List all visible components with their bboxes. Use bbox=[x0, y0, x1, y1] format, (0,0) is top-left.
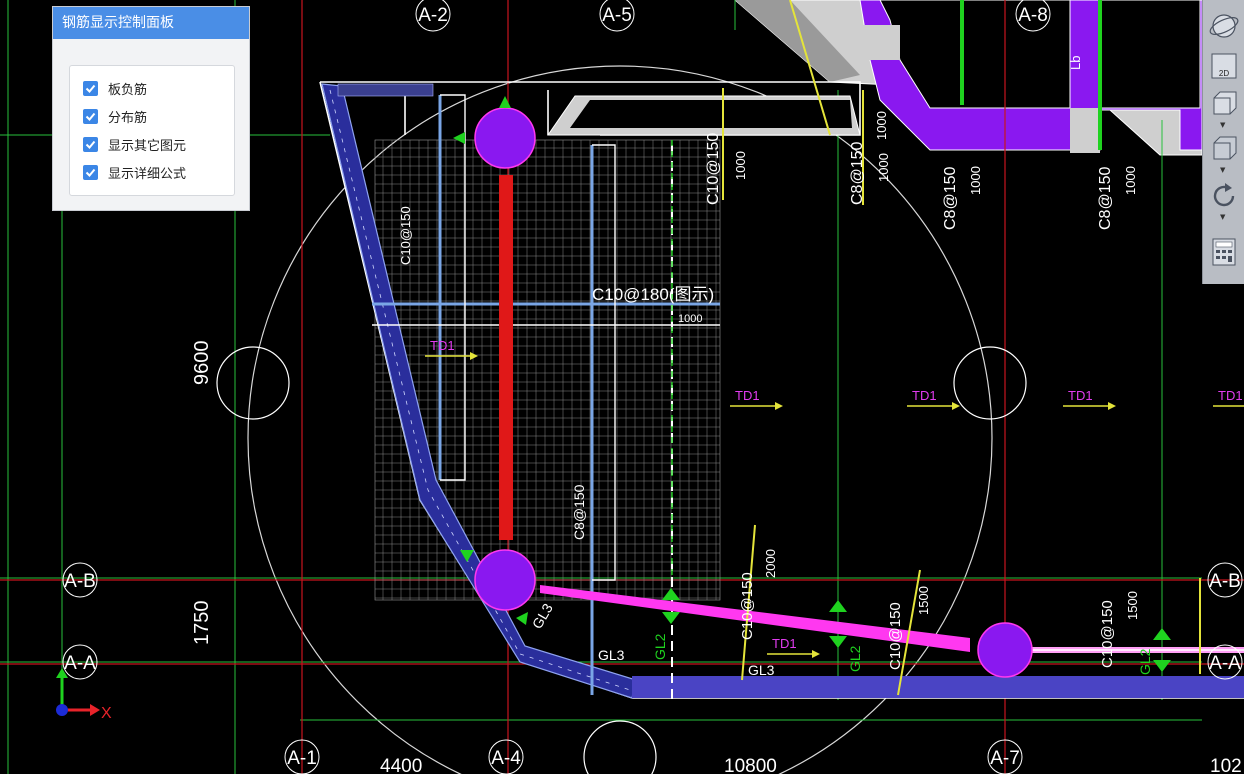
dimension-label: 10800 bbox=[724, 756, 777, 774]
distribution-rebar-mesh bbox=[374, 139, 721, 601]
rotate-icon[interactable] bbox=[1208, 180, 1240, 212]
support-node bbox=[474, 549, 536, 611]
dimension-label: 102 bbox=[1210, 756, 1242, 774]
girder-mark-label: GL2 bbox=[1137, 648, 1153, 675]
red-rebar bbox=[499, 175, 513, 540]
checkbox-checked-icon[interactable] bbox=[83, 136, 98, 152]
grid-axis-label: A-5 bbox=[602, 5, 632, 26]
top-beam-segment bbox=[337, 83, 434, 97]
rebar-length-label: 1000 bbox=[733, 151, 748, 180]
beam-mark-label: TD1 bbox=[1218, 388, 1243, 403]
view-solid-box-icon[interactable] bbox=[1208, 133, 1240, 165]
option-label: 显示其它图元 bbox=[108, 138, 187, 154]
beam-mark-label: TD1 bbox=[912, 388, 937, 403]
lb-label: Lb bbox=[1068, 56, 1083, 70]
beam-mark-label: TD1 bbox=[430, 338, 455, 353]
grid-axis-label: A-1 bbox=[287, 748, 317, 769]
panel-title[interactable]: 钢筋显示控制面板 bbox=[53, 7, 249, 39]
beam-mark-label: TD1 bbox=[1068, 388, 1093, 403]
view-2d-icon[interactable]: 2D bbox=[1208, 50, 1240, 82]
girder-mark-label: GL3 bbox=[529, 600, 556, 631]
bottom-beam bbox=[632, 676, 1244, 698]
rebar-length-label: 1000 bbox=[1123, 166, 1138, 195]
girder-mark-label: GL2 bbox=[847, 645, 863, 672]
rebar-spec-label: C10@150 bbox=[887, 602, 904, 670]
dimension-label: 9600 bbox=[191, 341, 213, 386]
option-slab-negative-rebar[interactable]: 板负筋 bbox=[83, 77, 147, 99]
green-arrow-markers bbox=[453, 96, 1171, 672]
grid-axis-label: A-4 bbox=[491, 748, 521, 769]
rebar-length-label: 2000 bbox=[763, 549, 778, 578]
grid-axis-label: A-A bbox=[64, 653, 96, 674]
rebar-length-label: 1000 bbox=[968, 166, 983, 195]
rebar-spec-label: C10@150 bbox=[739, 572, 756, 640]
checkbox-checked-icon[interactable] bbox=[83, 108, 98, 124]
rebar-spec-label: C8@150 bbox=[849, 142, 866, 205]
option-show-other-elements[interactable]: 显示其它图元 bbox=[83, 133, 186, 155]
option-label: 显示详细公式 bbox=[108, 166, 187, 182]
grid-axis-label: A-7 bbox=[990, 748, 1020, 769]
chevron-down-icon[interactable]: ▼ bbox=[1220, 213, 1225, 221]
option-show-detailed-formula[interactable]: 显示详细公式 bbox=[83, 161, 186, 183]
grid-axis-label: A-B bbox=[1209, 571, 1241, 592]
grid-axis-label: A-8 bbox=[1018, 5, 1048, 26]
dimension-label: 4400 bbox=[380, 756, 422, 774]
grid-axis-label: A-2 bbox=[418, 5, 448, 26]
dimension-label: 1750 bbox=[191, 601, 213, 646]
option-distribution-rebar[interactable]: 分布筋 bbox=[83, 105, 147, 127]
rebar-length-label: 1000 bbox=[678, 313, 702, 325]
view-toolbar: 2D ▼ ▼ ▼ bbox=[1202, 0, 1244, 284]
rebar-display-control-panel[interactable]: 钢筋显示控制面板 板负筋 分布筋 显示其它图元 显示详细公式 bbox=[52, 6, 250, 211]
x-axis-label: X bbox=[101, 705, 112, 722]
girder-mark-label: GL2 bbox=[652, 633, 668, 660]
panel-options-box: 板负筋 分布筋 显示其它图元 显示详细公式 bbox=[69, 65, 235, 196]
rebar-spec-label: C10@150 bbox=[398, 206, 413, 265]
rebar-length-label: 1500 bbox=[1125, 591, 1140, 620]
rebar-spec-label: C10@150 bbox=[705, 133, 722, 205]
view-2d-label: 2D bbox=[1219, 69, 1229, 78]
orbit-sphere-icon[interactable] bbox=[1208, 10, 1240, 42]
beam-mark-label: TD1 bbox=[772, 636, 797, 651]
chevron-down-icon[interactable]: ▼ bbox=[1220, 121, 1225, 129]
calculator-icon[interactable] bbox=[1208, 236, 1240, 268]
rebar-length-label: 1000 bbox=[876, 153, 891, 182]
rebar-spec-label: C8@150 bbox=[1097, 167, 1114, 230]
rebar-spec-label: C8@150 bbox=[942, 167, 959, 230]
grid-axis-label: A-A bbox=[1209, 653, 1241, 674]
chevron-down-icon[interactable]: ▼ bbox=[1220, 166, 1225, 174]
rebar-length-label: 1000 bbox=[874, 111, 889, 140]
option-label: 板负筋 bbox=[108, 82, 148, 98]
beam-mark-label: TD1 bbox=[735, 388, 760, 403]
support-node bbox=[977, 622, 1033, 678]
support-node bbox=[474, 107, 536, 169]
view-3d-box-icon[interactable] bbox=[1208, 88, 1240, 120]
ucs-axis-indicator: X bbox=[56, 668, 112, 722]
option-label: 分布筋 bbox=[108, 110, 148, 126]
girder-mark-label: GL3 bbox=[598, 647, 625, 663]
girder-mark-label: GL3 bbox=[748, 662, 775, 678]
rebar-spec-label: C10@150 bbox=[1099, 600, 1116, 668]
rebar-spec-label: C10@180(图示) bbox=[592, 285, 714, 304]
grid-axis-label: A-B bbox=[64, 571, 96, 592]
checkbox-checked-icon[interactable] bbox=[83, 164, 98, 180]
rebar-spec-label: C8@150 bbox=[571, 484, 587, 540]
checkbox-checked-icon[interactable] bbox=[83, 80, 98, 96]
rebar-length-label: 1500 bbox=[916, 586, 931, 615]
